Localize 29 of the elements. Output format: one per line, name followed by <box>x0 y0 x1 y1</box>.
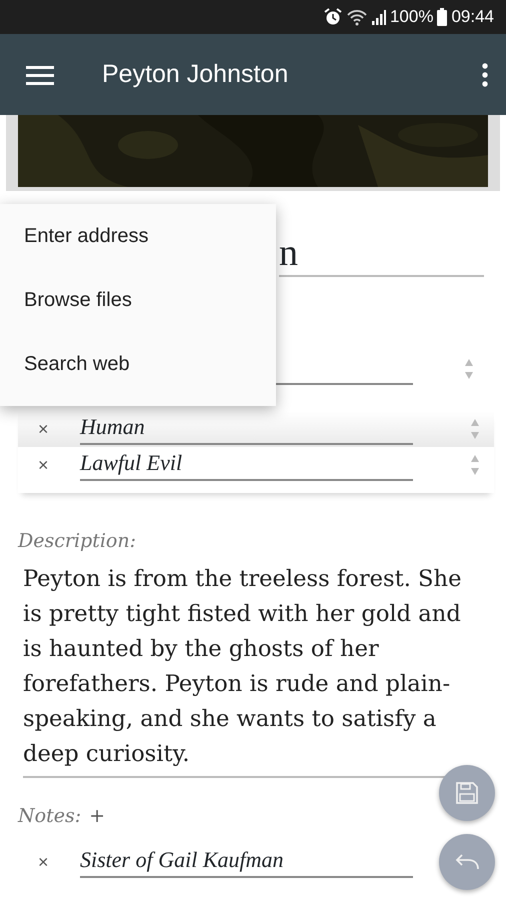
menu-item[interactable]: Search web <box>0 342 276 406</box>
back-button[interactable] <box>439 834 495 890</box>
remove-icon[interactable]: × <box>38 848 80 876</box>
notes-label: Notes: <box>18 804 82 828</box>
reply-arrow-icon <box>454 853 480 871</box>
name-field[interactable]: n <box>279 233 484 277</box>
app-title: Peyton Johnston <box>102 58 288 90</box>
clock-time: 09:44 <box>451 6 494 28</box>
remove-icon[interactable]: × <box>38 416 80 442</box>
battery-level: 100% <box>390 6 434 28</box>
menu-item[interactable]: Enter address <box>0 214 276 278</box>
menu-item[interactable]: Browse files <box>0 278 276 342</box>
alarm-icon <box>324 8 342 26</box>
description-label: Description: <box>18 529 137 554</box>
menu-icon[interactable] <box>26 64 54 86</box>
spinner-icon[interactable] <box>470 418 480 440</box>
wifi-icon <box>346 8 368 26</box>
note-field[interactable]: Sister of Gail Kaufman <box>80 846 413 878</box>
spinner-icon[interactable] <box>464 358 474 380</box>
more-options-icon[interactable] <box>482 62 488 86</box>
remove-icon[interactable]: × <box>38 452 80 478</box>
save-icon <box>455 781 479 805</box>
trait-field[interactable]: Lawful Evil <box>80 449 413 481</box>
add-note-button[interactable]: + <box>89 802 106 830</box>
signal-icon <box>372 9 386 25</box>
battery-icon <box>437 8 448 26</box>
spinner-icon[interactable] <box>470 454 480 476</box>
trait-field[interactable]: Human <box>80 413 413 445</box>
save-button[interactable] <box>439 765 495 821</box>
